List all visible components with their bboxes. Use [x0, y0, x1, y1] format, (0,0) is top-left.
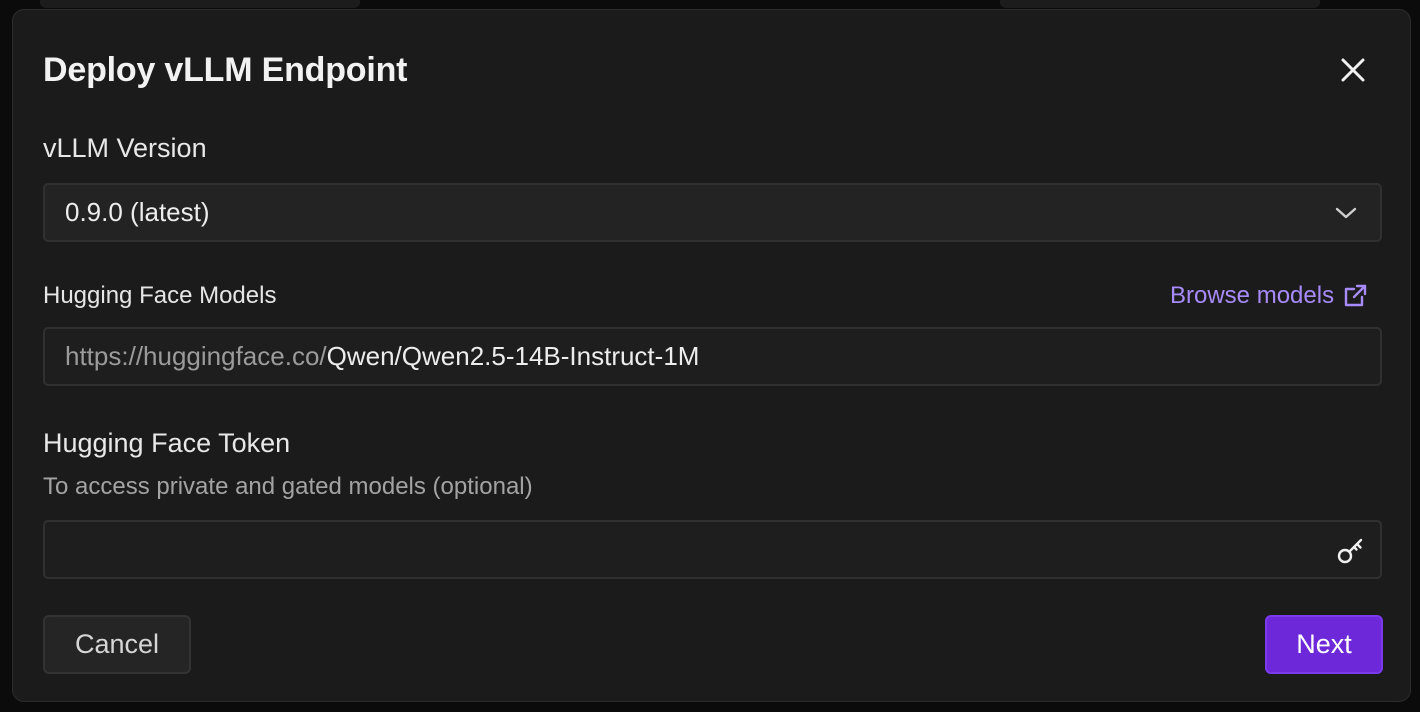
model-url-input[interactable]: https://huggingface.co/Qwen/Qwen2.5-14B-… — [43, 327, 1382, 386]
version-selected-value: 0.9.0 (latest) — [65, 197, 210, 227]
url-prefix: https://huggingface.co/ — [65, 341, 327, 371]
model-id-value: Qwen/Qwen2.5-14B-Instruct-1M — [326, 341, 700, 371]
backdrop-card — [40, 0, 360, 8]
cancel-button[interactable]: Cancel — [43, 615, 191, 674]
models-label: Hugging Face Models — [43, 282, 277, 309]
browse-models-label: Browse models — [1170, 282, 1335, 309]
version-select[interactable]: 0.9.0 (latest) — [43, 183, 1382, 242]
deploy-dialog: Deploy vLLM Endpoint vLLM Version 0.9.0 … — [12, 9, 1411, 702]
chevron-down-icon — [1332, 199, 1360, 227]
token-label: Hugging Face Token — [43, 428, 291, 458]
browse-models-link[interactable]: Browse models — [1170, 280, 1368, 312]
close-icon — [1341, 58, 1365, 82]
external-link-icon — [1342, 283, 1368, 309]
version-label: vLLM Version — [43, 133, 207, 163]
dialog-title: Deploy vLLM Endpoint — [43, 51, 408, 89]
next-button[interactable]: Next — [1265, 615, 1383, 674]
close-button[interactable] — [1331, 50, 1375, 90]
token-help-text: To access private and gated models (opti… — [43, 473, 533, 500]
backdrop-card — [1000, 0, 1320, 8]
token-input[interactable] — [43, 520, 1382, 579]
key-icon[interactable] — [1336, 535, 1366, 565]
